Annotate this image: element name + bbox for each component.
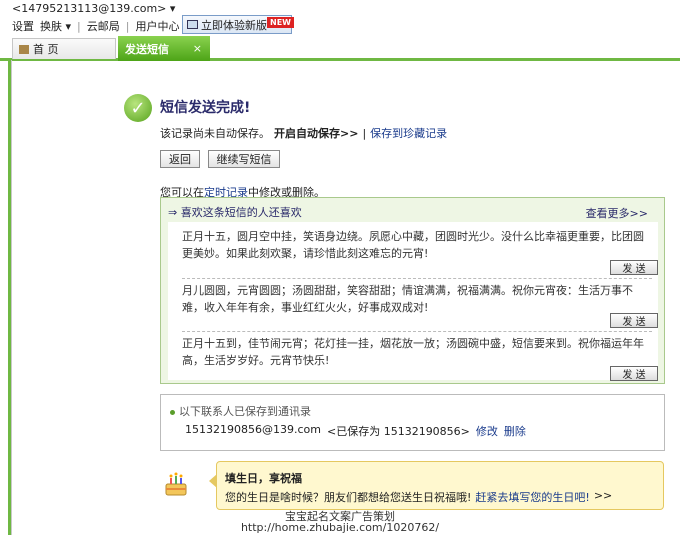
new-badge: NEW <box>267 17 294 28</box>
menu-settings[interactable]: 设置 <box>12 18 34 34</box>
top-header: <14795213113@139.com> ▾ 设置 换肤 ▾ | 云邮局 | … <box>0 0 680 62</box>
account-email: <14795213113@139.com> <box>12 2 167 15</box>
home-icon <box>19 44 29 54</box>
top-menu: 设置 换肤 ▾ | 云邮局 | 用户中心 <box>12 18 179 34</box>
contact-saved-as: <已保存为 15132190856> <box>326 425 470 438</box>
save-notice: 该记录尚未自动保存。 开启自动保存>> | 保存到珍藏记录 <box>160 125 447 141</box>
divider <box>182 331 652 332</box>
menu-user-center[interactable]: 用户中心 <box>135 18 179 34</box>
divider: | <box>125 19 130 33</box>
success-check-icon: ✓ <box>124 94 152 122</box>
divider: | <box>362 126 367 140</box>
close-icon[interactable]: × <box>193 42 202 55</box>
chevron-down-icon: ▾ <box>169 2 176 15</box>
contacts-heading: 以下联系人已保存到通讯录 <box>170 403 311 419</box>
contact-row: 15132190856@139.com <已保存为 15132190856> 修… <box>185 423 526 439</box>
birthday-tip: 填生日，享祝福 您的生日是啥时候？朋友们都想给您送生日祝福哦! 赶紧去填写您的生… <box>209 461 664 510</box>
tab-bar: 首 页 发送短信 × <box>0 36 680 61</box>
tab-home-label: 首 页 <box>33 43 59 56</box>
birthday-cake-icon <box>165 472 187 496</box>
monitor-icon <box>187 20 198 29</box>
send-button[interactable]: 发 送 <box>610 260 658 275</box>
send-button[interactable]: 发 送 <box>610 366 658 381</box>
contacts-saved-box: 以下联系人已保存到通讯录 15132190856@139.com <已保存为 1… <box>160 394 665 451</box>
divider: | <box>77 19 81 33</box>
recommend-panel: ⇒ 喜欢这条短信的人还喜欢 查看更多>> 正月十五，圆月空中挂，笑语身边绕。夙愿… <box>160 197 665 384</box>
contact-email: 15132190856@139.com <box>185 423 321 436</box>
account-selector[interactable]: <14795213113@139.com> ▾ <box>12 2 175 15</box>
recommend-heading: ⇒ 喜欢这条短信的人还喜欢 <box>168 206 302 219</box>
try-new-label: 立即体验新版 <box>201 18 267 32</box>
left-sidebar-edge <box>0 60 12 535</box>
watermark-line2: http://home.zhubajie.com/1020762/ <box>240 521 440 534</box>
send-button[interactable]: 发 送 <box>610 313 658 328</box>
chevron-down-icon: ▾ <box>62 20 72 33</box>
birthday-text: 您的生日是啥时候？朋友们都想给您送生日祝福哦! 赶紧去填写您的生日吧! >> <box>225 489 613 505</box>
back-button[interactable]: 返回 <box>160 150 200 168</box>
save-notice-text: 该记录尚未自动保存。 <box>160 127 270 140</box>
fill-birthday-link[interactable]: 赶紧去填写您的生日吧! <box>475 489 589 505</box>
birthday-title: 填生日，享祝福 <box>225 472 302 485</box>
delete-contact-link[interactable]: 删除 <box>504 423 526 439</box>
list-item: 正月十五到，佳节闹元宵；花灯挂一挂，烟花放一放；汤圆碗中盛，短信要来到。祝你福运… <box>182 337 644 367</box>
page-title: 短信发送完成! <box>160 100 251 116</box>
continue-writing-button[interactable]: 继续写短信 <box>208 150 280 168</box>
tab-send-sms[interactable]: 发送短信 × <box>118 36 210 61</box>
list-item: 正月十五，圆月空中挂，笑语身边绕。夙愿心中藏，团圆时光少。没什么比幸福更重要，比… <box>182 230 644 260</box>
view-more-link[interactable]: 查看更多>> <box>586 205 648 221</box>
menu-skin[interactable]: 换肤 ▾ <box>40 18 71 34</box>
bullet-icon <box>170 410 175 415</box>
recommend-list: 正月十五，圆月空中挂，笑语身边绕。夙愿心中藏，团圆时光少。没什么比幸福更重要，比… <box>168 222 658 381</box>
save-favorite-link[interactable]: 保存到珍藏记录 <box>370 125 447 141</box>
divider <box>182 278 652 279</box>
menu-cloud-post[interactable]: 云邮局 <box>87 18 120 34</box>
tab-sms-label: 发送短信 <box>125 42 169 56</box>
tab-home[interactable]: 首 页 <box>12 38 116 59</box>
edit-contact-link[interactable]: 修改 <box>476 423 498 439</box>
auto-save-link[interactable]: 开启自动保存>> <box>274 125 358 141</box>
list-item: 月儿圆圆，元宵圆圆；汤圆甜甜，笑容甜甜；情谊满满，祝福满满。祝你元宵夜：生活万事… <box>182 284 633 314</box>
